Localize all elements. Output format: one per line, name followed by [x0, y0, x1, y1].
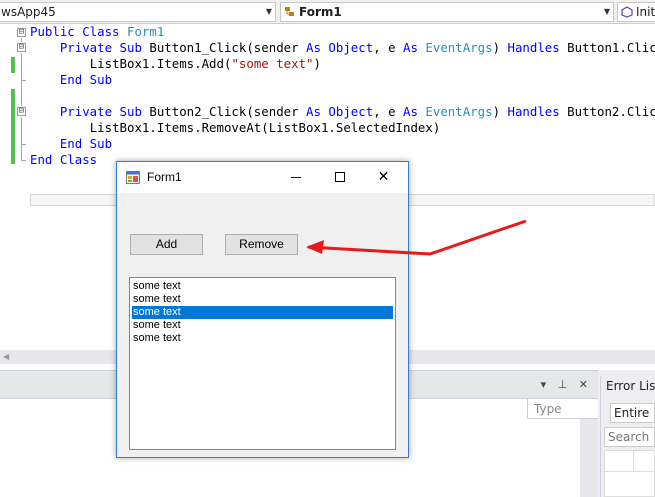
grid-divider — [633, 451, 634, 471]
grid-divider — [605, 471, 655, 472]
identifier: Button1.Click — [567, 40, 655, 55]
code-line: Private Sub Button1_Click(sender As Obje… — [30, 40, 655, 56]
form-titlebar[interactable]: Form1 ✕ — [117, 162, 408, 193]
type-name: EventArgs — [425, 104, 493, 119]
outline-line — [21, 81, 22, 106]
code-line: End Class — [30, 152, 97, 168]
form-title: Form1 — [147, 170, 182, 184]
close-icon: ✕ — [377, 169, 390, 185]
identifier: ) — [313, 56, 321, 71]
panel-header-buttons[interactable]: ▾ ⊥ ✕ — [541, 378, 592, 391]
change-marker — [11, 57, 15, 73]
identifier: Button2.Click — [567, 104, 655, 119]
class-icon — [285, 7, 294, 16]
error-list-grid[interactable] — [604, 450, 655, 497]
keyword: Handles — [507, 40, 568, 55]
class-dropdown-value: Form1 — [299, 5, 342, 19]
fold-icon[interactable]: ⊟ — [17, 107, 26, 116]
minimize-icon — [290, 176, 301, 178]
string-literal: "some text" — [231, 56, 314, 71]
navigation-bar: wsApp45 ▼ Form1 ▼ Init — [0, 0, 655, 24]
keyword: Private Sub — [59, 104, 150, 119]
identifier: ) — [492, 104, 508, 119]
keyword: As — [306, 40, 329, 55]
identifier: , e — [373, 40, 404, 55]
type-name: Object — [328, 40, 374, 55]
code-line: End Sub — [30, 72, 112, 88]
code-line: End Sub — [30, 136, 112, 152]
error-scope-dropdown[interactable]: Entire Se — [610, 403, 655, 423]
fold-icon[interactable]: ⊟ — [17, 43, 26, 52]
keyword: As — [403, 104, 426, 119]
identifier: ListBox1.Items.RemoveAt(ListBox1.Selecte… — [89, 120, 441, 135]
project-dropdown-value: wsApp45 — [1, 5, 56, 19]
type-name: Object — [328, 104, 374, 119]
outline-line — [21, 145, 22, 160]
minimize-button[interactable] — [273, 162, 318, 193]
remove-button[interactable]: Remove — [225, 234, 298, 255]
code-line: Private Sub Button2_Click(sender As Obje… — [30, 104, 655, 120]
list-item[interactable]: some text — [132, 332, 393, 345]
code-line: ListBox1.Items.Add("some text") — [30, 56, 321, 72]
code-line: Public Class Form1 — [30, 24, 164, 40]
member-dropdown[interactable]: Init — [617, 2, 655, 22]
outline-line — [21, 117, 22, 144]
keyword: End Sub — [59, 72, 113, 87]
add-button[interactable]: Add — [130, 234, 203, 255]
code-line: ListBox1.Items.RemoveAt(ListBox1.Selecte… — [30, 120, 441, 136]
project-dropdown[interactable]: wsApp45 ▼ — [0, 2, 276, 22]
maximize-button[interactable] — [317, 162, 362, 193]
identifier: , e — [373, 104, 404, 119]
chevron-down-icon: ▼ — [603, 7, 611, 16]
identifier: Button1_Click(sender — [149, 40, 307, 55]
identifier: Button2_Click(sender — [149, 104, 307, 119]
list-item-selected[interactable]: some text — [132, 306, 393, 319]
type-name: EventArgs — [425, 40, 493, 55]
change-marker — [11, 89, 15, 164]
form1-window: Form1 ✕ Add Remove some text some text s… — [116, 161, 409, 458]
identifier: ) — [492, 40, 508, 55]
scroll-left-icon[interactable]: ◀ — [3, 352, 9, 361]
list-item[interactable]: some text — [132, 280, 393, 293]
fold-icon[interactable]: ⊟ — [17, 28, 26, 37]
class-dropdown[interactable]: Form1 ▼ — [280, 2, 614, 22]
member-dropdown-value: Init — [636, 5, 655, 19]
chevron-down-icon: ▼ — [265, 7, 273, 16]
method-icon — [621, 6, 633, 18]
keyword: Public Class — [30, 24, 127, 39]
error-list-title[interactable]: Error List — [606, 379, 655, 393]
keyword: Private Sub — [59, 40, 150, 55]
close-button[interactable]: ✕ — [361, 162, 406, 193]
error-search-input[interactable]: Search Er — [604, 427, 655, 447]
listbox[interactable]: some text some text some text some text … — [129, 277, 396, 450]
type-column-header[interactable]: Type — [527, 399, 598, 419]
class-name: Form1 — [126, 24, 165, 39]
keyword: As — [403, 40, 426, 55]
maximize-icon — [334, 172, 345, 182]
list-item[interactable]: some text — [132, 293, 393, 306]
identifier: ListBox1.Items.Add( — [89, 56, 232, 71]
keyword: End Sub — [59, 136, 113, 151]
keyword: As — [306, 104, 329, 119]
keyword: Handles — [507, 104, 568, 119]
keyword: End Class — [30, 152, 98, 167]
form-app-icon — [126, 171, 140, 184]
outline-line — [21, 160, 26, 161]
vertical-scrollbar[interactable] — [580, 419, 598, 497]
list-item[interactable]: some text — [132, 319, 393, 332]
outline-line — [21, 53, 22, 80]
